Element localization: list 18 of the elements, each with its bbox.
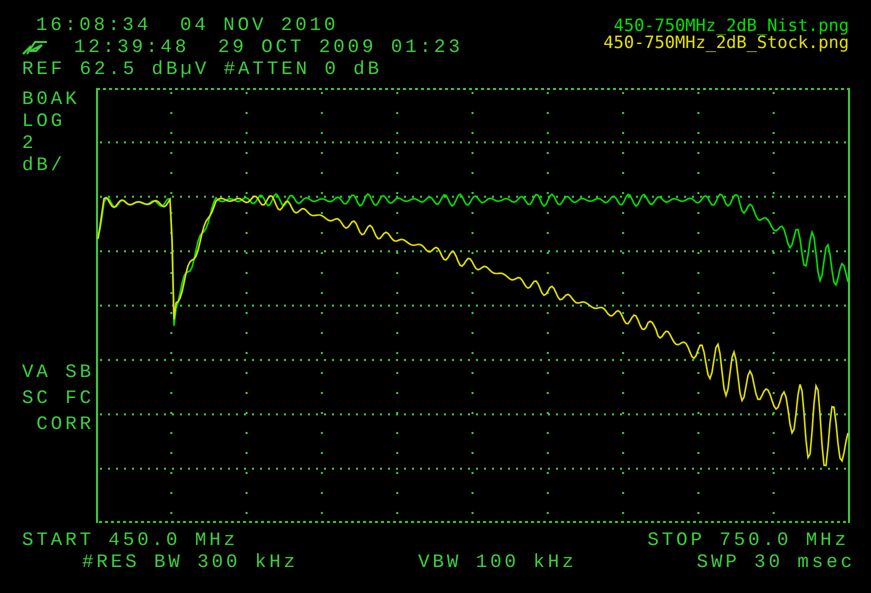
- clock-text: 16:08:34 04 NOV 2010: [36, 14, 340, 36]
- legend-filename: 450-750MHz_2dB_Stock.png: [603, 35, 849, 52]
- saved-trace-icon: [22, 39, 48, 55]
- reference-level-text: REF 62.5 dBµV #ATTEN 0 dB: [22, 58, 384, 80]
- scale-label: B0AK: [22, 88, 81, 110]
- stop-frequency-text: STOP 750.0 MHz: [647, 529, 849, 551]
- legend-filename: 450-750MHz_2dB_Nist.png: [614, 18, 849, 35]
- scale-label: LOG: [22, 110, 66, 132]
- video-bandwidth-text: VBW 100 kHz: [418, 551, 577, 573]
- scale-label: dB/: [22, 154, 66, 176]
- mode-label: VA SB: [22, 360, 96, 385]
- mode-label: CORR: [35, 412, 96, 437]
- start-frequency-text: START 450.0 MHz: [22, 529, 238, 551]
- resolution-bandwidth-text: #RES BW 300 kHz: [82, 551, 298, 573]
- saved-time-text: 12:39:48 29 OCT 2009 01:23: [74, 36, 463, 58]
- scale-label: 2: [22, 132, 38, 154]
- mode-label: SC FC: [22, 386, 96, 411]
- sweep-time-text: SWP 30 msec: [696, 551, 855, 573]
